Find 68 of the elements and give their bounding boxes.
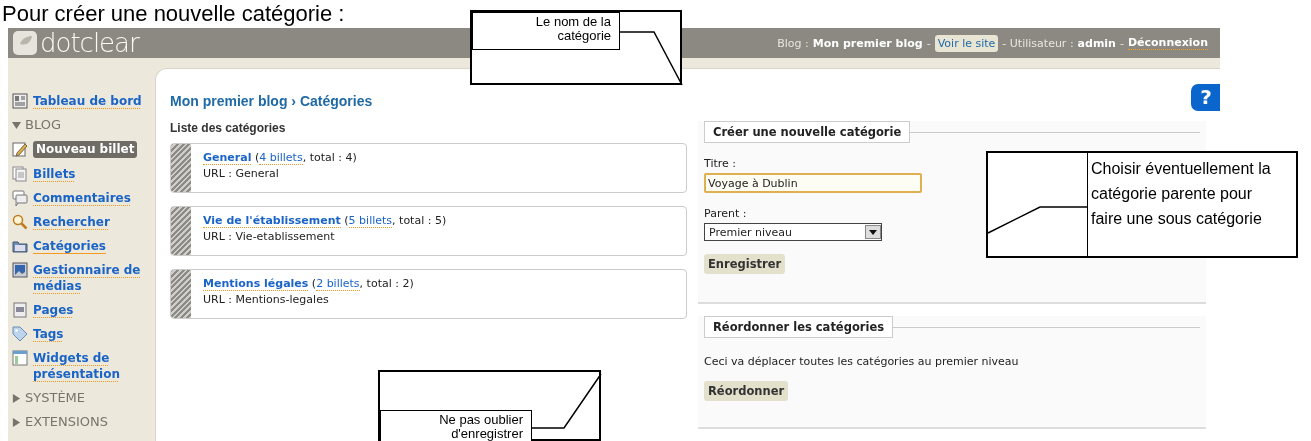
speech-bubble-icon [12,190,28,206]
page-icon [12,302,28,318]
document-icon [12,166,28,182]
category-link[interactable]: General [203,151,252,165]
header-text: - [926,36,931,50]
sidebar-item[interactable]: Tags [33,326,64,342]
window-icon [12,350,28,366]
header-value: admin [1077,36,1116,50]
category-url: URL : Mentions-legales [203,292,330,308]
triangle-down-icon[interactable] [12,121,21,130]
sidebar-section[interactable]: BLOG [25,117,61,133]
list-title: Liste des catégories [170,120,287,136]
sidebar-item[interactable]: Commentaires [33,190,131,206]
triangle-right-icon[interactable] [12,418,21,427]
callout-text: Ne pas oublier d'enregistrer [380,410,532,441]
category-total: , total : 4) [302,151,357,164]
header-text: - Utilisateur : [1002,36,1074,50]
sidebar-item[interactable]: Pages [33,302,74,318]
sidebar-item[interactable]: Billets [33,166,76,182]
category-link[interactable]: Vie de l'établissement [203,214,341,228]
category-url: URL : Vie-etablissement [203,229,336,245]
category-url: URL : General [203,166,280,182]
sidebar-item[interactable]: Rechercher [33,214,110,230]
tag-icon [12,326,28,342]
pencil-icon [12,141,28,157]
header-value: Mon premier blog [812,36,923,50]
drag-handle[interactable] [171,144,191,192]
field-label: Titre : [704,157,736,170]
fieldset-legend: Créer une nouvelle catégorie [704,121,911,143]
drag-handle[interactable] [171,270,191,318]
category-total: , total : 2) [359,277,414,290]
parent-select[interactable]: Premier niveau [704,223,882,241]
category-paren: ( [254,151,260,164]
reorder-description: Ceci va déplacer toutes les catégories au premier niveau [704,355,1020,368]
category-paren: ( [344,214,349,227]
drag-handle[interactable] [171,207,191,255]
magnifier-icon [12,214,28,230]
field-label: Parent : [704,207,747,220]
sidebar-section[interactable]: EXTENSIONS [25,414,109,430]
triangle-right-icon[interactable] [12,394,21,403]
page-heading: Pour créer une nouvelle catégorie : [2,1,345,26]
reorder-button[interactable]: Réordonner [704,381,789,401]
view-site-button[interactable]: Voir le site [934,34,999,52]
picture-frame-icon [12,262,28,278]
posts-link[interactable]: 4 billets [259,151,303,165]
sidebar-item[interactable]: Gestionnaire de médias [33,262,155,294]
sidebar-section[interactable]: SYSTÈME [25,390,86,406]
dashboard-icon [12,93,28,109]
posts-link[interactable]: 2 billets [316,277,360,291]
leaf-icon [12,30,38,56]
folder-icon [12,238,28,254]
category-paren: ( [311,277,317,290]
new-post-button[interactable]: Nouveau billet [33,141,138,158]
header-text: - [1119,36,1124,50]
callout-text: Le nom de la catégorie [472,12,620,50]
logo: dotclear [40,28,139,58]
save-button[interactable]: Enregistrer [704,254,786,274]
help-button[interactable]: ? [1191,84,1220,111]
header-text: Blog : [777,36,809,50]
sidebar-item[interactable]: Catégories [33,238,106,254]
title-input[interactable]: Voyage à Dublin [704,173,922,193]
sidebar-item[interactable]: Widgets de présentation [33,350,155,382]
category-total: , total : 5) [392,214,447,227]
sidebar-item[interactable]: Tableau de bord [33,93,142,109]
category-link[interactable]: Mentions légales [203,277,309,291]
fieldset-legend: Réordonner les catégories [704,316,894,338]
breadcrumb: Mon premier blog › Catégories [170,92,374,110]
logout-link[interactable]: Déconnexion [1127,36,1208,50]
